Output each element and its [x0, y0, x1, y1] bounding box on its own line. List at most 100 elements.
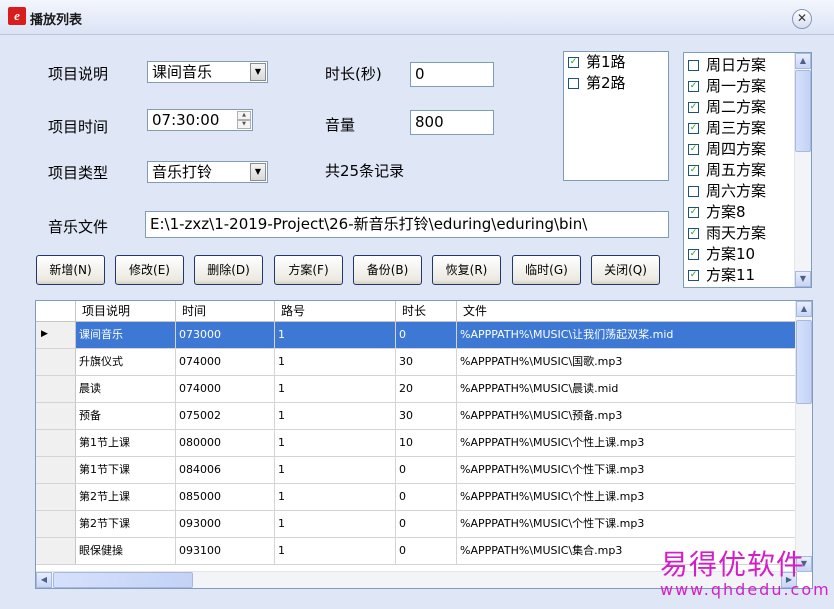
table-cell[interactable]: 084006: [176, 457, 275, 483]
plan-scrollbar[interactable]: ▲ ▼: [794, 53, 811, 287]
table-cell[interactable]: 1: [275, 349, 396, 375]
table-cell[interactable]: 1: [275, 484, 396, 510]
close-window-button[interactable]: ✕: [792, 9, 812, 29]
table-cell[interactable]: 1: [275, 511, 396, 537]
scroll-left-icon[interactable]: ◀: [36, 572, 52, 588]
table-cell[interactable]: 第2节下课: [76, 511, 176, 537]
checkbox-checked-icon[interactable]: ✓: [688, 123, 699, 134]
scroll-thumb[interactable]: [795, 70, 811, 152]
table-cell[interactable]: 课间音乐: [76, 322, 176, 348]
plan-item[interactable]: ✓ 周一方案: [684, 76, 811, 97]
table-cell[interactable]: 预备: [76, 403, 176, 429]
add-button[interactable]: 新增(N): [36, 255, 105, 285]
backup-button[interactable]: 备份(B): [353, 255, 422, 285]
plan-button[interactable]: 方案(F): [274, 255, 343, 285]
table-cell[interactable]: 第1节上课: [76, 430, 176, 456]
row-indicator[interactable]: [36, 457, 76, 483]
table-cell[interactable]: 1: [275, 322, 396, 348]
chevron-down-icon[interactable]: ▼: [250, 63, 266, 81]
volume-input[interactable]: 800: [410, 110, 494, 135]
table-cell[interactable]: %APPPATH%\MUSIC\个性下课.mp3: [457, 457, 797, 483]
table-cell[interactable]: 眼保健操: [76, 538, 176, 564]
table-cell[interactable]: 晨读: [76, 376, 176, 402]
table-vertical-scrollbar[interactable]: ▲ ▼: [795, 301, 812, 572]
table-cell[interactable]: 1: [275, 538, 396, 564]
column-header[interactable]: 时间: [176, 301, 275, 321]
table-cell[interactable]: %APPPATH%\MUSIC\个性下课.mp3: [457, 511, 797, 537]
route-item[interactable]: 第2路: [564, 73, 668, 94]
row-indicator[interactable]: [36, 538, 76, 564]
item-time-field[interactable]: 07:30:00 ▲ ▼: [147, 109, 253, 131]
table-row[interactable]: 第1节上课 080000 1 10 %APPPATH%\MUSIC\个性上课.mp3: [36, 430, 797, 457]
restore-button[interactable]: 恢复(R): [432, 255, 501, 285]
checkbox-unchecked-icon[interactable]: [688, 186, 699, 197]
column-header[interactable]: 文件: [457, 301, 797, 321]
table-cell[interactable]: %APPPATH%\MUSIC\让我们荡起双桨.mid: [457, 322, 797, 348]
duration-input[interactable]: 0: [410, 62, 494, 87]
checkbox-checked-icon[interactable]: ✓: [568, 57, 579, 68]
row-indicator[interactable]: [36, 376, 76, 402]
table-cell[interactable]: 第1节下课: [76, 457, 176, 483]
plan-checklist[interactable]: 周日方案 ✓ 周一方案 ✓ 周二方案 ✓ 周三方案 ✓ 周四方案 ✓ 周五方案 周六方案 ✓ 方案8 ✓ 雨天…: [683, 52, 812, 288]
plan-item[interactable]: ✓ 雨天方案: [684, 223, 811, 244]
plan-item[interactable]: ✓ 周四方案: [684, 139, 811, 160]
chevron-down-icon[interactable]: ▼: [250, 163, 266, 181]
checkbox-checked-icon[interactable]: ✓: [688, 228, 699, 239]
spin-down-icon[interactable]: ▼: [237, 120, 251, 129]
table-cell[interactable]: 0: [396, 484, 457, 510]
table-cell[interactable]: 0: [396, 511, 457, 537]
item-type-combo[interactable]: 音乐打铃 ▼: [147, 161, 268, 183]
scroll-thumb[interactable]: [796, 320, 812, 404]
scroll-thumb[interactable]: [53, 572, 193, 588]
checkbox-checked-icon[interactable]: ✓: [688, 102, 699, 113]
checkbox-checked-icon[interactable]: ✓: [688, 207, 699, 218]
delete-button[interactable]: 删除(D): [194, 255, 263, 285]
column-header[interactable]: 项目说明: [76, 301, 176, 321]
checkbox-checked-icon[interactable]: ✓: [688, 165, 699, 176]
table-cell[interactable]: 升旗仪式: [76, 349, 176, 375]
table-cell[interactable]: 20: [396, 376, 457, 402]
table-cell[interactable]: %APPPATH%\MUSIC\个性上课.mp3: [457, 484, 797, 510]
table-cell[interactable]: 1: [275, 376, 396, 402]
table-cell[interactable]: %APPPATH%\MUSIC\国歌.mp3: [457, 349, 797, 375]
scroll-up-icon[interactable]: ▲: [795, 53, 811, 69]
table-cell[interactable]: 10: [396, 430, 457, 456]
column-header[interactable]: 路号: [275, 301, 396, 321]
plan-item[interactable]: 周六方案: [684, 181, 811, 202]
row-indicator[interactable]: [36, 511, 76, 537]
spin-up-icon[interactable]: ▲: [237, 111, 251, 120]
table-cell[interactable]: 074000: [176, 349, 275, 375]
row-indicator[interactable]: [36, 484, 76, 510]
plan-item[interactable]: ✓ 周五方案: [684, 160, 811, 181]
checkbox-unchecked-icon[interactable]: [568, 78, 579, 89]
table-cell[interactable]: 075002: [176, 403, 275, 429]
table-row[interactable]: ▶ 课间音乐 073000 1 0 %APPPATH%\MUSIC\让我们荡起双桨.mid: [36, 322, 797, 349]
table-cell[interactable]: %APPPATH%\MUSIC\晨读.mid: [457, 376, 797, 402]
plan-item[interactable]: ✓ 周三方案: [684, 118, 811, 139]
checkbox-unchecked-icon[interactable]: [688, 60, 699, 71]
route-item[interactable]: ✓ 第1路: [564, 52, 668, 73]
route-checklist[interactable]: ✓ 第1路 第2路: [563, 51, 669, 181]
checkbox-checked-icon[interactable]: ✓: [688, 249, 699, 260]
row-indicator[interactable]: [36, 349, 76, 375]
table-row[interactable]: 第2节上课 085000 1 0 %APPPATH%\MUSIC\个性上课.mp3: [36, 484, 797, 511]
column-header[interactable]: 时长: [396, 301, 457, 321]
scroll-up-icon[interactable]: ▲: [796, 301, 812, 317]
table-row[interactable]: 第2节下课 093000 1 0 %APPPATH%\MUSIC\个性下课.mp3: [36, 511, 797, 538]
edit-button[interactable]: 修改(E): [115, 255, 184, 285]
table-cell[interactable]: 080000: [176, 430, 275, 456]
table-cell[interactable]: 0: [396, 322, 457, 348]
table-cell[interactable]: 085000: [176, 484, 275, 510]
table-cell[interactable]: 1: [275, 457, 396, 483]
time-spinner[interactable]: ▲ ▼: [237, 111, 251, 129]
table-cell[interactable]: %APPPATH%\MUSIC\预备.mp3: [457, 403, 797, 429]
table-row[interactable]: 升旗仪式 074000 1 30 %APPPATH%\MUSIC\国歌.mp3: [36, 349, 797, 376]
plan-item[interactable]: ✓ 周二方案: [684, 97, 811, 118]
table-cell[interactable]: 30: [396, 403, 457, 429]
table-cell[interactable]: 093100: [176, 538, 275, 564]
plan-item[interactable]: ✓ 方案8: [684, 202, 811, 223]
table-cell[interactable]: 093000: [176, 511, 275, 537]
table-cell[interactable]: 0: [396, 538, 457, 564]
checkbox-checked-icon[interactable]: ✓: [688, 270, 699, 281]
table-row[interactable]: 第1节下课 084006 1 0 %APPPATH%\MUSIC\个性下课.mp3: [36, 457, 797, 484]
